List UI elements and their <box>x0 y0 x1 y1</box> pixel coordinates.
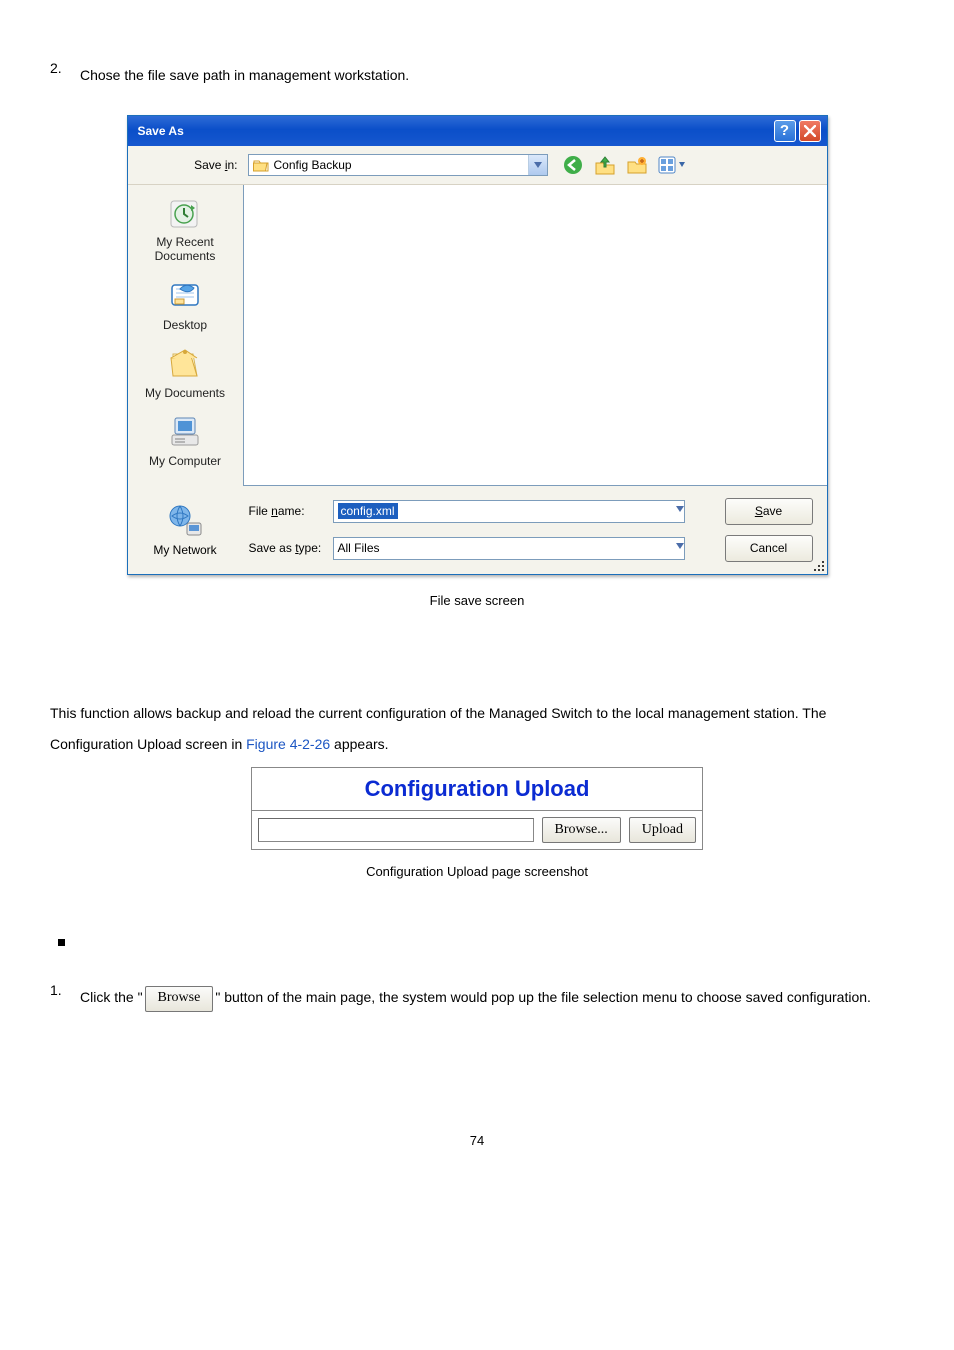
step-2-number: 2. <box>50 60 80 91</box>
save-in-value: Config Backup <box>274 158 352 172</box>
config-upload-title: Configuration Upload <box>252 768 702 811</box>
new-folder-icon[interactable] <box>626 154 648 176</box>
step-1-text-a: Click the " <box>80 989 143 1005</box>
up-one-level-icon[interactable] <box>594 154 616 176</box>
save-as-toolbar <box>562 154 688 176</box>
place-desktop-label: Desktop <box>163 318 207 332</box>
config-upload-row: Browse... Upload <box>252 811 702 849</box>
places-bar: My Recent Documents Desktop My Documents… <box>128 185 243 486</box>
config-upload-panel: Configuration Upload Browse... Upload <box>251 767 703 850</box>
step-2: 2. Chose the file save path in managemen… <box>50 60 904 91</box>
browse-button[interactable]: Browse... <box>542 817 621 843</box>
step-1-number: 1. <box>50 982 80 1013</box>
filename-label: File name: <box>249 504 305 518</box>
close-icon[interactable] <box>799 120 821 142</box>
figure-caption-2: Configuration Upload page screenshot <box>50 864 904 879</box>
save-in-bar: Save in: Config Backup <box>128 146 827 185</box>
place-mydocs-label: My Documents <box>145 386 225 400</box>
back-icon[interactable] <box>562 154 584 176</box>
folder-icon <box>253 158 269 172</box>
place-recent-label: My Recent Documents <box>128 235 243 264</box>
save-as-titlebar[interactable]: Save As ? <box>128 116 827 146</box>
filename-input[interactable]: config.xml <box>333 500 685 523</box>
file-list-area[interactable] <box>243 185 827 486</box>
step-1: 1. Click the "Browse" button of the main… <box>50 982 904 1013</box>
save-in-dropdown[interactable]: Config Backup <box>248 154 548 176</box>
place-mynetwork[interactable]: My Network <box>128 503 243 557</box>
place-mynetwork-label: My Network <box>153 543 216 557</box>
upload-button[interactable]: Upload <box>629 817 696 843</box>
views-icon[interactable] <box>658 154 688 176</box>
save-as-figure: Save As ? Save in: Config Backup <box>50 115 904 575</box>
config-upload-path-input[interactable] <box>258 818 534 842</box>
help-icon[interactable]: ? <box>774 120 796 142</box>
bullet-marker <box>58 939 65 946</box>
chevron-down-icon[interactable] <box>676 501 684 522</box>
save-as-dialog: Save As ? Save in: Config Backup <box>127 115 828 575</box>
para1-b: appears. <box>330 736 388 752</box>
save-as-type-value: All Files <box>338 541 380 555</box>
place-mycomputer-label: My Computer <box>149 454 221 468</box>
page-number: 74 <box>50 1133 904 1148</box>
figure-link[interactable]: Figure 4-2-26 <box>246 736 330 752</box>
step-1-text-b: " button of the main page, the system wo… <box>215 989 871 1005</box>
browse-button-inline[interactable]: Browse <box>145 986 214 1012</box>
save-button[interactable]: Save <box>725 498 813 525</box>
save-as-body: My Recent Documents Desktop My Documents… <box>128 185 827 486</box>
chevron-down-icon[interactable] <box>676 538 684 559</box>
place-recent[interactable]: My Recent Documents <box>128 195 243 264</box>
filename-value: config.xml <box>338 503 398 519</box>
step-1-body: Click the "Browse" button of the main pa… <box>80 982 904 1013</box>
save-as-type-label: Save as type: <box>249 541 322 555</box>
place-mycomputer[interactable]: My Computer <box>128 414 243 468</box>
place-desktop[interactable]: Desktop <box>128 278 243 332</box>
save-in-label: Save in: <box>194 158 237 172</box>
save-as-bottom: My Network File name: config.xml Save Sa… <box>128 486 827 574</box>
resize-grip-icon[interactable] <box>811 558 825 572</box>
place-mydocs[interactable]: My Documents <box>128 346 243 400</box>
para1-a: This function allows backup and reload t… <box>50 705 826 752</box>
save-as-title-text: Save As <box>138 124 184 138</box>
save-as-type-dropdown[interactable]: All Files <box>333 537 685 560</box>
paragraph-config-upload: This function allows backup and reload t… <box>50 698 904 760</box>
step-2-text: Chose the file save path in management w… <box>80 60 904 91</box>
chevron-down-icon[interactable] <box>528 155 547 175</box>
cancel-button[interactable]: Cancel <box>725 535 813 562</box>
figure-caption-1: File save screen <box>50 593 904 608</box>
